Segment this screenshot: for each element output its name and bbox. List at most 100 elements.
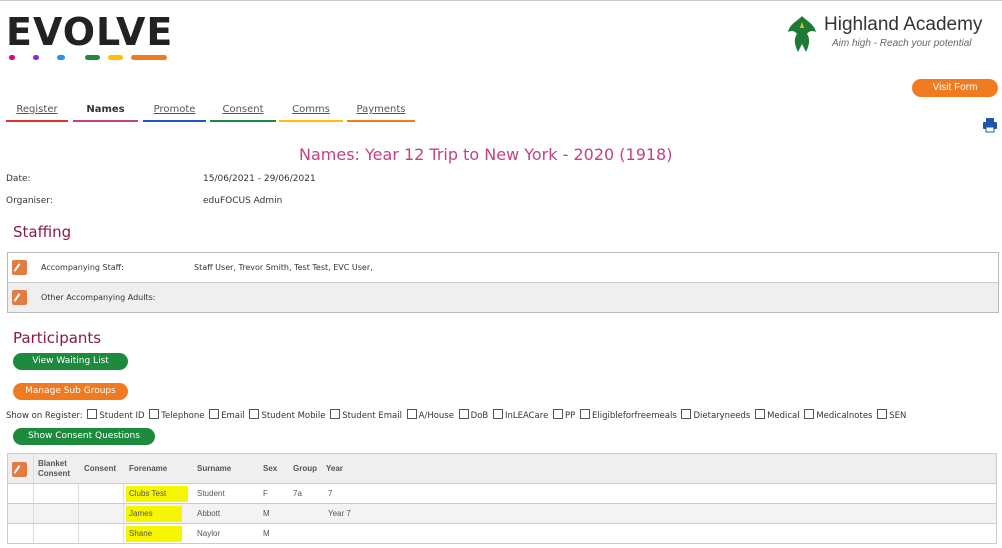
staff-label: Accompanying Staff:	[41, 263, 124, 272]
header-blanket-consent[interactable]: Consent	[38, 469, 70, 478]
checkbox-label: Telephone	[161, 411, 205, 421]
divider	[78, 524, 79, 543]
logo-text: EVOLVE	[6, 10, 174, 54]
logo-dot	[9, 55, 15, 60]
staff-value: Staff User, Trevor Smith, Test Test, EVC…	[194, 263, 373, 272]
tab-label: Payments	[356, 104, 406, 115]
checkbox-label: Dietaryneeds	[693, 411, 751, 421]
tab-register[interactable]: Register	[6, 104, 68, 122]
checkbox[interactable]	[804, 409, 815, 419]
table-row[interactable]: Clubs Test Student F 7a 7	[7, 484, 997, 504]
cell-forename[interactable]: Clubs Test	[129, 489, 166, 498]
table-header: Blanket Consent Consent Forename Surname…	[7, 453, 997, 484]
manage-sub-groups-button[interactable]: Manage Sub Groups	[13, 383, 128, 400]
evolve-logo[interactable]: EVOLVE	[6, 10, 174, 60]
logo-dot	[33, 55, 39, 60]
header-consent[interactable]: Consent	[84, 464, 116, 473]
divider	[123, 524, 124, 543]
checkbox[interactable]	[406, 409, 417, 419]
checkbox[interactable]	[209, 409, 220, 419]
header-surname[interactable]: Surname	[197, 464, 231, 473]
checkbox-label: Student Mobile	[261, 411, 326, 421]
checkbox-label: InLEACare	[504, 411, 549, 421]
checkbox[interactable]	[87, 409, 98, 419]
school-motto: Aim high - Reach your potential	[832, 38, 972, 49]
table-row[interactable]: James Abbott M Year 7	[7, 504, 997, 524]
edit-icon[interactable]	[12, 462, 27, 477]
staff-label: Other Accompanying Adults:	[41, 293, 156, 302]
page-title-text: Names: Year 12 Trip to New York - 2020 (…	[299, 145, 673, 164]
participants-heading: Participants	[13, 329, 102, 347]
tab-label: Comms	[292, 104, 330, 115]
edit-icon[interactable]	[12, 260, 27, 275]
show-consent-questions-button[interactable]: Show Consent Questions	[13, 428, 155, 445]
cell-group: 7a	[293, 489, 302, 498]
date-label: Date:	[6, 174, 31, 184]
cell-year: Year 7	[328, 509, 351, 518]
divider	[33, 454, 34, 483]
top-border	[0, 0, 1002, 1]
organiser-value: eduFOCUS Admin	[203, 196, 283, 206]
tab-underline	[279, 120, 343, 122]
checkbox-label: Medical	[767, 411, 800, 421]
visit-form-button[interactable]: Visit Form	[912, 79, 998, 97]
checkbox[interactable]	[755, 409, 766, 419]
tab-consent[interactable]: Consent	[210, 104, 276, 122]
checkbox[interactable]	[681, 409, 692, 419]
tab-comms[interactable]: Comms	[279, 104, 343, 122]
checkbox-label: SEN	[889, 411, 907, 421]
show-on-register-label: Show on Register:	[6, 411, 83, 421]
header-group[interactable]: Group	[293, 464, 317, 473]
table-row[interactable]: Shane Naylor M	[7, 524, 997, 544]
logo-dot	[131, 55, 167, 60]
tab-payments[interactable]: Payments	[347, 104, 415, 122]
checkbox-label: PP	[565, 411, 576, 421]
tab-underline	[347, 120, 415, 122]
tab-label: Names	[86, 104, 125, 115]
checkbox[interactable]	[330, 409, 341, 419]
checkbox[interactable]	[149, 409, 160, 419]
school-name: Highland Academy	[824, 14, 983, 35]
header-year[interactable]: Year	[326, 464, 343, 473]
staffing-panel: Accompanying Staff: Staff User, Trevor S…	[7, 252, 999, 313]
checkbox[interactable]	[877, 409, 888, 419]
staffing-heading: Staffing	[13, 223, 72, 241]
checkbox-label: Email	[221, 411, 245, 421]
tab-promote[interactable]: Promote	[143, 104, 206, 122]
tab-names[interactable]: Names	[73, 104, 138, 122]
header-sex[interactable]: Sex	[263, 464, 277, 473]
tab-label: Register	[16, 104, 58, 115]
header-blanket[interactable]: Blanket	[38, 459, 67, 468]
tab-label: Consent	[222, 104, 264, 115]
checkbox-label: DoB	[470, 411, 489, 421]
date-value: 15/06/2021 - 29/06/2021	[203, 174, 316, 184]
checkbox-label: Student ID	[99, 411, 145, 421]
edit-icon[interactable]	[12, 290, 27, 305]
checkbox[interactable]	[492, 409, 503, 419]
checkbox[interactable]	[458, 409, 469, 419]
checkbox-label: Eligibleforfreemeals	[591, 411, 677, 421]
eagle-icon	[788, 16, 816, 52]
cell-surname: Student	[197, 489, 225, 498]
cell-surname: Naylor	[197, 529, 221, 538]
divider	[78, 484, 79, 503]
tab-underline	[143, 120, 206, 122]
cell-forename[interactable]: James	[129, 509, 153, 518]
cell-forename[interactable]: Shane	[129, 529, 152, 538]
checkbox[interactable]	[579, 409, 590, 419]
cell-sex: M	[263, 509, 270, 518]
checkbox-label: Medicalnotes	[816, 411, 873, 421]
logo-dot	[108, 55, 123, 60]
divider	[123, 484, 124, 503]
checkbox[interactable]	[249, 409, 260, 419]
logo-dot	[57, 55, 65, 60]
organiser-label: Organiser:	[6, 196, 53, 206]
header-forename[interactable]: Forename	[129, 464, 167, 473]
show-on-register: Show on Register: Student ID Telephone E…	[6, 409, 906, 421]
checkbox[interactable]	[553, 409, 564, 419]
view-waiting-list-button[interactable]: View Waiting List	[13, 353, 128, 370]
logo-dots	[9, 55, 179, 61]
printer-icon[interactable]	[982, 117, 998, 133]
cell-sex: M	[263, 529, 270, 538]
staff-row: Other Accompanying Adults:	[8, 282, 998, 312]
